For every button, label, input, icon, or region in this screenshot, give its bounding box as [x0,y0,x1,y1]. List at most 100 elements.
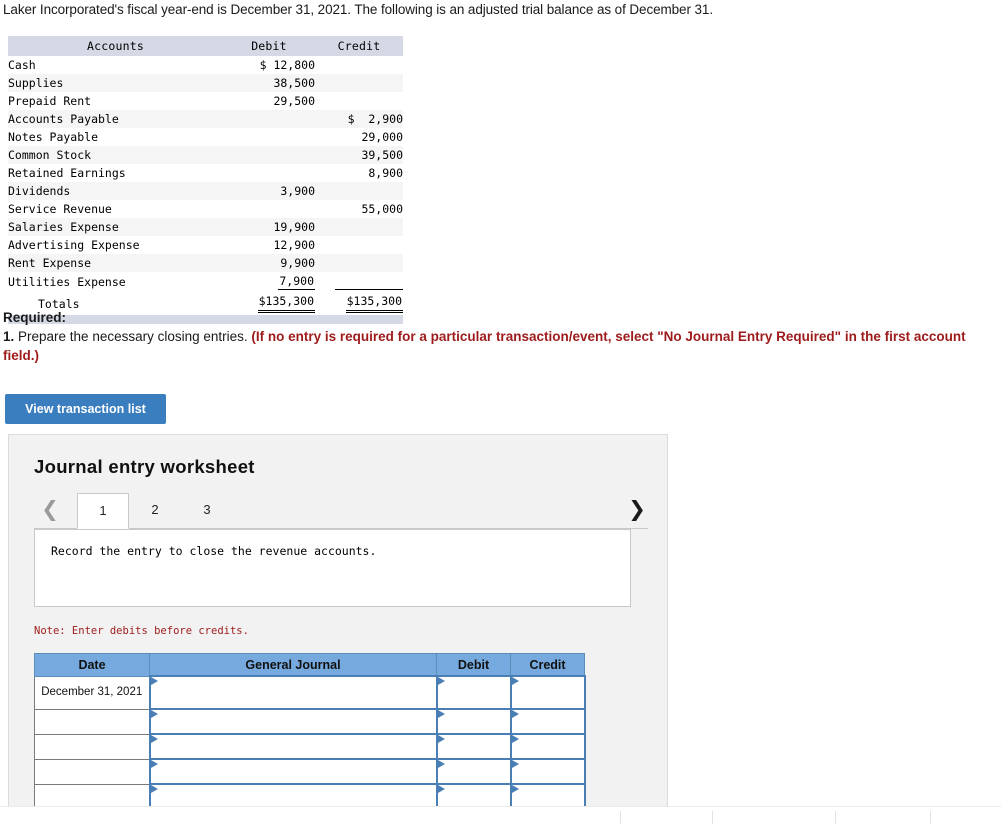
journal-entry-worksheet-panel: Journal entry worksheet ❮ 1 2 3 ❯ Record… [8,434,668,823]
dropdown-triangle-icon [150,735,158,743]
table-row: Common Stock 39,500 [8,146,403,164]
table-row: Salaries Expense 19,900 [8,218,403,236]
credit-amount [315,254,403,272]
table-row: Supplies 38,500 [8,74,403,92]
account-name: Service Revenue [8,202,112,216]
dropdown-triangle-icon [437,677,445,685]
credit-amount [315,236,403,254]
account-name: Salaries Expense [8,218,223,236]
journal-credit-input[interactable] [509,675,586,710]
debit-amount: 38,500 [223,74,315,92]
credit-amount: 55,000 [361,202,403,216]
dropdown-triangle-icon [150,785,158,793]
table-row: Prepaid Rent 29,500 [8,92,403,110]
debit-amount: 29,500 [273,94,315,108]
journal-date-cell[interactable] [34,758,150,785]
table-row: Dividends 3,900 [8,182,403,200]
debit-amount: $ 12,800 [259,58,315,72]
debits-before-credits-note: Note: Enter debits before credits. [34,625,249,637]
journal-account-select[interactable] [148,708,438,735]
credit-amount [315,74,403,92]
tab-3[interactable]: 3 [187,493,227,529]
credit-amount [315,56,403,74]
column-header-credit: Credit [315,36,403,56]
dropdown-triangle-icon [437,735,445,743]
journal-account-select[interactable] [148,758,438,785]
account-name: Rent Expense [8,254,223,272]
bottom-cutoff-strip [0,806,1001,824]
chevron-left-icon[interactable]: ❮ [39,495,61,523]
credit-amount: 29,000 [361,130,403,144]
dropdown-triangle-icon [511,785,519,793]
credit-amount [315,218,403,236]
account-name: Notes Payable [8,130,99,144]
debit-amount: 19,900 [223,218,315,236]
account-name: Advertising Expense [8,238,140,252]
table-row: Service Revenue 55,000 [8,200,403,218]
journal-column-header-debit: Debit [436,653,511,677]
account-name: Supplies [8,74,223,92]
journal-credit-input[interactable] [509,758,586,785]
journal-debit-input[interactable] [435,733,512,760]
required-item-1: 1. Prepare the necessary closing entries… [3,327,1001,365]
strip-divider-3 [835,811,836,824]
credit-amount [315,92,403,110]
table-row: Accounts Payable $ 2,900 [8,110,403,128]
required-section: Required: 1. Prepare the necessary closi… [3,308,1001,365]
dropdown-triangle-icon [150,710,158,718]
chevron-right-icon[interactable]: ❯ [626,495,648,523]
dropdown-triangle-icon [511,735,519,743]
dropdown-triangle-icon [437,710,445,718]
debit-amount [223,200,315,218]
credit-amount [315,182,403,200]
journal-date-cell[interactable] [34,708,150,735]
journal-account-select[interactable] [148,675,438,710]
dropdown-triangle-icon [511,677,519,685]
column-header-accounts: Accounts [8,36,223,56]
journal-account-select[interactable] [148,733,438,760]
journal-debit-input[interactable] [435,758,512,785]
dropdown-triangle-icon [511,710,519,718]
trial-balance-table: Accounts Debit Credit Cash $ 12,800 Suppli… [8,36,403,315]
required-item-text: Prepare the necessary closing entries. [14,329,252,344]
account-name: Retained Earnings [8,166,126,180]
view-transaction-list-button[interactable]: View transaction list [5,394,166,424]
debit-amount [223,128,315,146]
credit-amount: $ 2,900 [315,110,403,128]
table-row: Advertising Expense 12,900 [8,236,403,254]
strip-divider-2 [712,811,713,824]
tab-1[interactable]: 1 [77,493,129,529]
journal-debit-input[interactable] [435,708,512,735]
journal-header-row: Date General Journal Debit Credit [34,653,585,677]
debit-amount: 9,900 [223,254,315,272]
table-row: Notes Payable 29,000 [8,128,403,146]
instruction-text: Record the entry to close the revenue ac… [51,544,377,558]
credit-amount: 39,500 [315,146,403,164]
journal-debit-input[interactable] [435,675,512,710]
journal-credit-input[interactable] [509,733,586,760]
worksheet-tab-bar: ❮ 1 2 3 ❯ [34,491,648,529]
debit-amount [223,164,315,182]
journal-row [34,733,586,760]
journal-credit-input[interactable] [509,708,586,735]
account-name: Utilities Expense [8,275,126,289]
journal-date-cell[interactable] [34,733,150,760]
instruction-box: Record the entry to close the revenue ac… [34,529,631,607]
dropdown-triangle-icon [150,760,158,768]
required-item-number: 1. [3,329,15,344]
journal-row: December 31, 2021 [34,675,586,710]
dropdown-triangle-icon [511,760,519,768]
journal-date-cell[interactable]: December 31, 2021 [34,675,150,710]
dropdown-triangle-icon [150,677,158,685]
table-header-row: Accounts Debit Credit [8,36,403,56]
adjusted-trial-balance: Accounts Debit Credit Cash $ 12,800 Suppli… [8,36,403,324]
credit-amount: 8,900 [368,166,403,180]
debit-amount: 7,900 [278,274,315,290]
account-name: Accounts Payable [8,110,223,128]
dropdown-triangle-icon [437,785,445,793]
tab-2[interactable]: 2 [135,493,175,529]
worksheet-title: Journal entry worksheet [34,456,255,477]
account-name: Cash [8,58,36,72]
debit-amount: 3,900 [223,182,315,200]
account-name: Prepaid Rent [8,94,92,108]
